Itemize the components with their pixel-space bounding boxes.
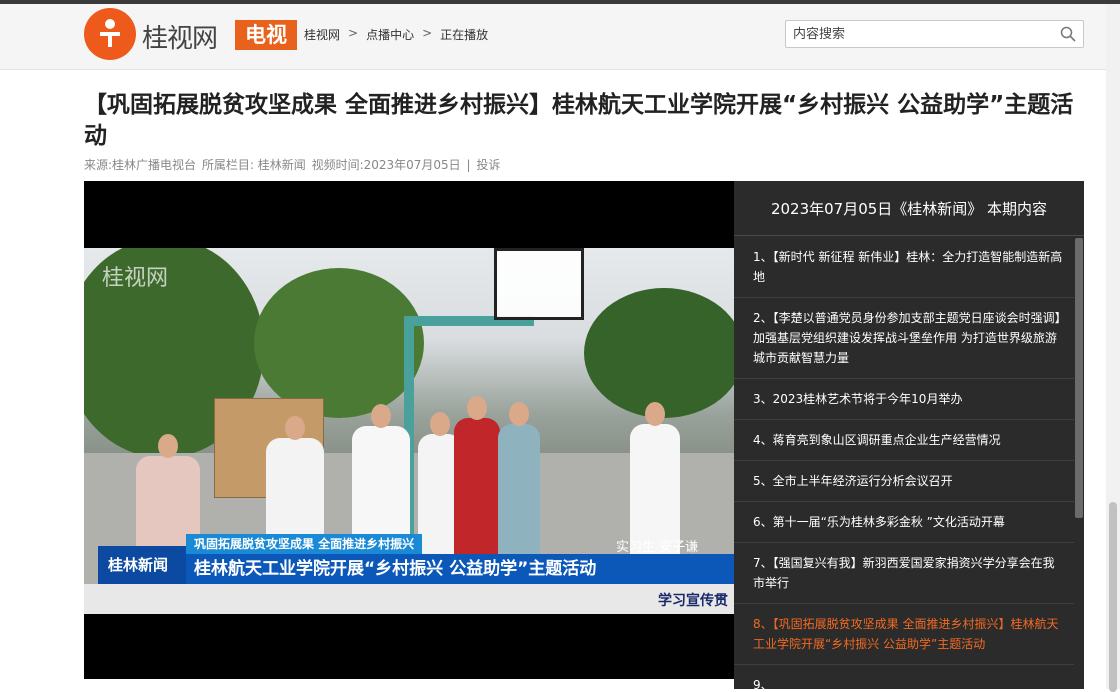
playlist-scrollbar-thumb[interactable] bbox=[1075, 238, 1083, 518]
search-box bbox=[785, 20, 1084, 48]
playlist-item[interactable]: 2、【李楚以普通党员身份参加支部主题党日座谈会时强调】加强基层党组织建设发挥战斗… bbox=[734, 298, 1074, 379]
playlist-items: 1、【新时代 新征程 新伟业】桂林：全力打造智能制造新高地 2、【李楚以普通党员… bbox=[734, 237, 1074, 689]
page-scrollbar-thumb[interactable] bbox=[1109, 502, 1117, 692]
logo-tv-badge: 电视 bbox=[235, 20, 297, 50]
episode-playlist: 2023年07月05日《桂林新闻》 本期内容 1、【新时代 新征程 新伟业】桂林… bbox=[734, 181, 1084, 689]
video-watermark: 桂视网 bbox=[102, 266, 169, 291]
site-header: 桂视网 电视 桂视网 > 点播中心 > 正在播放 bbox=[0, 4, 1120, 70]
video-frame[interactable]: 桂视网 实习生 安子谦 巩固拓展脱贫攻坚成果 全面推进乡村振兴 桂林新闻 桂林航… bbox=[84, 248, 734, 614]
page-scrollbar[interactable] bbox=[1106, 4, 1120, 692]
breadcrumb-home[interactable]: 桂视网 bbox=[304, 26, 340, 43]
search-icon[interactable] bbox=[1060, 26, 1076, 42]
playlist-scrollbar[interactable] bbox=[1074, 236, 1084, 689]
breadcrumb: 桂视网 > 点播中心 > 正在播放 bbox=[304, 26, 488, 43]
scene-tree bbox=[584, 288, 734, 418]
video-player[interactable]: 桂视网 实习生 安子谦 巩固拓展脱贫攻坚成果 全面推进乡村振兴 桂林新闻 桂林航… bbox=[84, 181, 734, 679]
meta-source: 来源:桂林广播电视台 bbox=[84, 158, 197, 172]
meta-time: 视频时间:2023年07月05日 bbox=[311, 158, 461, 172]
site-logo[interactable]: 桂视网 电视 bbox=[84, 8, 300, 60]
video-meta: 来源:桂林广播电视台 所属栏目: 桂林新闻 视频时间:2023年07月05日 |… bbox=[84, 156, 502, 173]
scene-tree bbox=[254, 268, 424, 418]
playlist-item[interactable]: 6、第十一届“乐为桂林多彩金秋 ”文化活动开幕 bbox=[734, 502, 1074, 543]
caption-program-logo: 桂林新闻 bbox=[98, 546, 186, 584]
ticker-text: 学习宣传贯 bbox=[658, 593, 728, 609]
basketball-hoop bbox=[494, 248, 584, 320]
breadcrumb-current: 正在播放 bbox=[440, 28, 489, 42]
breadcrumb-vod-center[interactable]: 点播中心 bbox=[366, 26, 414, 43]
playlist-item[interactable]: 3、2023桂林艺术节将于今年10月举办 bbox=[734, 379, 1074, 420]
playlist-item[interactable]: 5、全市上半年经济运行分析会议召开 bbox=[734, 461, 1074, 502]
news-caption: 巩固拓展脱贫攻坚成果 全面推进乡村振兴 桂林新闻 桂林航天工业学院开展“乡村振兴… bbox=[98, 534, 734, 586]
playlist-item[interactable]: 1、【新时代 新征程 新伟业】桂林：全力打造智能制造新高地 bbox=[734, 237, 1074, 298]
caption-topic: 巩固拓展脱贫攻坚成果 全面推进乡村振兴 bbox=[186, 534, 423, 554]
logo-text: 桂视网 bbox=[142, 24, 218, 54]
meta-column: 所属栏目: 桂林新闻 bbox=[201, 158, 306, 172]
breadcrumb-separator: > bbox=[348, 26, 359, 40]
playlist-item-active[interactable]: 8、【巩固拓展脱贫攻坚成果 全面推进乡村振兴】桂林航天工业学院开展“乡村振兴 公… bbox=[734, 604, 1074, 665]
playlist-header: 2023年07月05日《桂林新闻》 本期内容 bbox=[734, 181, 1084, 236]
playlist-item[interactable]: 4、蒋育亮到象山区调研重点企业生产经营情况 bbox=[734, 420, 1074, 461]
search-input[interactable] bbox=[786, 21, 1046, 47]
meta-separator: | bbox=[466, 158, 471, 172]
logo-emblem-icon bbox=[84, 8, 136, 60]
playlist-item[interactable]: 9、 bbox=[734, 665, 1074, 689]
caption-headline: 桂林航天工业学院开展“乡村振兴 公益助学”主题活动 bbox=[186, 554, 734, 584]
page-title: 【巩固拓展脱贫攻坚成果 全面推进乡村振兴】桂林航天工业学院开展“乡村振兴 公益助… bbox=[84, 92, 1074, 149]
caption-ticker: 学习宣传贯 bbox=[84, 584, 734, 614]
report-link[interactable]: 投诉 bbox=[476, 158, 500, 172]
playlist-item[interactable]: 7、【强国复兴有我】新羽西爱国爱家捐资兴学分享会在我市举行 bbox=[734, 543, 1074, 604]
breadcrumb-separator: > bbox=[422, 26, 433, 40]
logo-figure-icon bbox=[100, 19, 120, 47]
